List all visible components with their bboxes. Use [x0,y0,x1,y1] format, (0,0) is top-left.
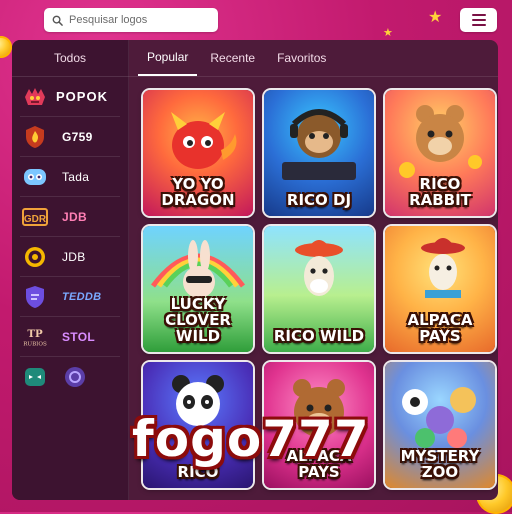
game-title: Alpaca Pays [407,311,473,345]
tab-favoritos[interactable]: Favoritos [268,40,335,76]
svg-text:TP: TP [27,328,43,340]
game-tabs: Popular Recente Favoritos [128,40,498,77]
game-title: Yo Yo Dragon [161,175,235,209]
provider-item-jdb[interactable]: JDB [20,237,120,277]
game-card[interactable]: Rico DJ [264,90,374,216]
provider-item-mask[interactable] [20,357,120,397]
watermark-text: fogo777 [132,410,370,468]
provider-label: G759 [62,129,93,144]
flame-shield-icon [22,124,48,150]
sidebar-item-all[interactable]: Todos [12,40,128,77]
game-title: Mystery Zoo [400,447,480,481]
provider-item-jdb-gdr[interactable]: GDR JDB [20,197,120,237]
provider-label: JDB [62,249,86,264]
provider-item-stol[interactable]: TP RUBIOS STOL [20,317,120,357]
search-icon [52,15,63,26]
game-title: Rico Wild [273,327,365,345]
gold-coin-icon [22,244,48,270]
game-card[interactable]: Lucky Clover Wild [143,226,253,352]
star-icon: ★ [383,27,393,39]
provider-label: POPOK [56,89,108,104]
game-card[interactable]: Rico Wild [264,226,374,352]
provider-label: JDB [62,209,87,224]
provider-sidebar: Todos POPOK G759 Tada GDR JDB JDB TEDDB … [12,40,129,500]
dragon-icon [22,84,48,110]
star-icon: ★ [428,9,443,26]
tp-rubios-icon: TP RUBIOS [22,324,48,350]
tab-popular[interactable]: Popular [138,40,198,76]
game-title: Lucky Clover Wild [165,295,231,345]
game-title: Rico DJ [286,191,352,209]
provider-label: Tada [62,169,90,184]
menu-line [471,19,486,21]
provider-item-teddb[interactable]: TEDDB [20,277,120,317]
provider-item-tada[interactable]: Tada [20,157,120,197]
game-card[interactable]: Mystery Zoo [385,362,495,488]
purple-badge-icon [62,364,88,390]
search-input[interactable] [69,14,209,26]
coin-decoration [0,36,12,58]
tab-recente[interactable]: Recente [201,40,264,76]
menu-line [471,24,486,26]
game-card[interactable]: Rico Rabbit [385,90,495,216]
game-card[interactable]: Yo Yo Dragon [143,90,253,216]
search-box[interactable] [44,8,218,32]
provider-label: STOL [62,329,95,344]
game-card[interactable]: Alpaca Pays [385,226,495,352]
tada-mascot-icon [22,164,48,190]
provider-label: TEDDB [62,290,102,303]
provider-item-g759[interactable]: G759 [20,117,120,157]
game-title: Rico Rabbit [409,175,471,209]
green-mask-icon [22,364,48,390]
purple-shield-icon [22,284,48,310]
svg-text:GDR: GDR [24,214,47,225]
svg-text:RUBIOS: RUBIOS [23,341,47,347]
provider-item-popok[interactable]: POPOK [20,77,120,117]
gdr-logo-icon: GDR [22,204,48,230]
menu-line [471,14,486,16]
hamburger-menu-button[interactable] [460,8,497,32]
